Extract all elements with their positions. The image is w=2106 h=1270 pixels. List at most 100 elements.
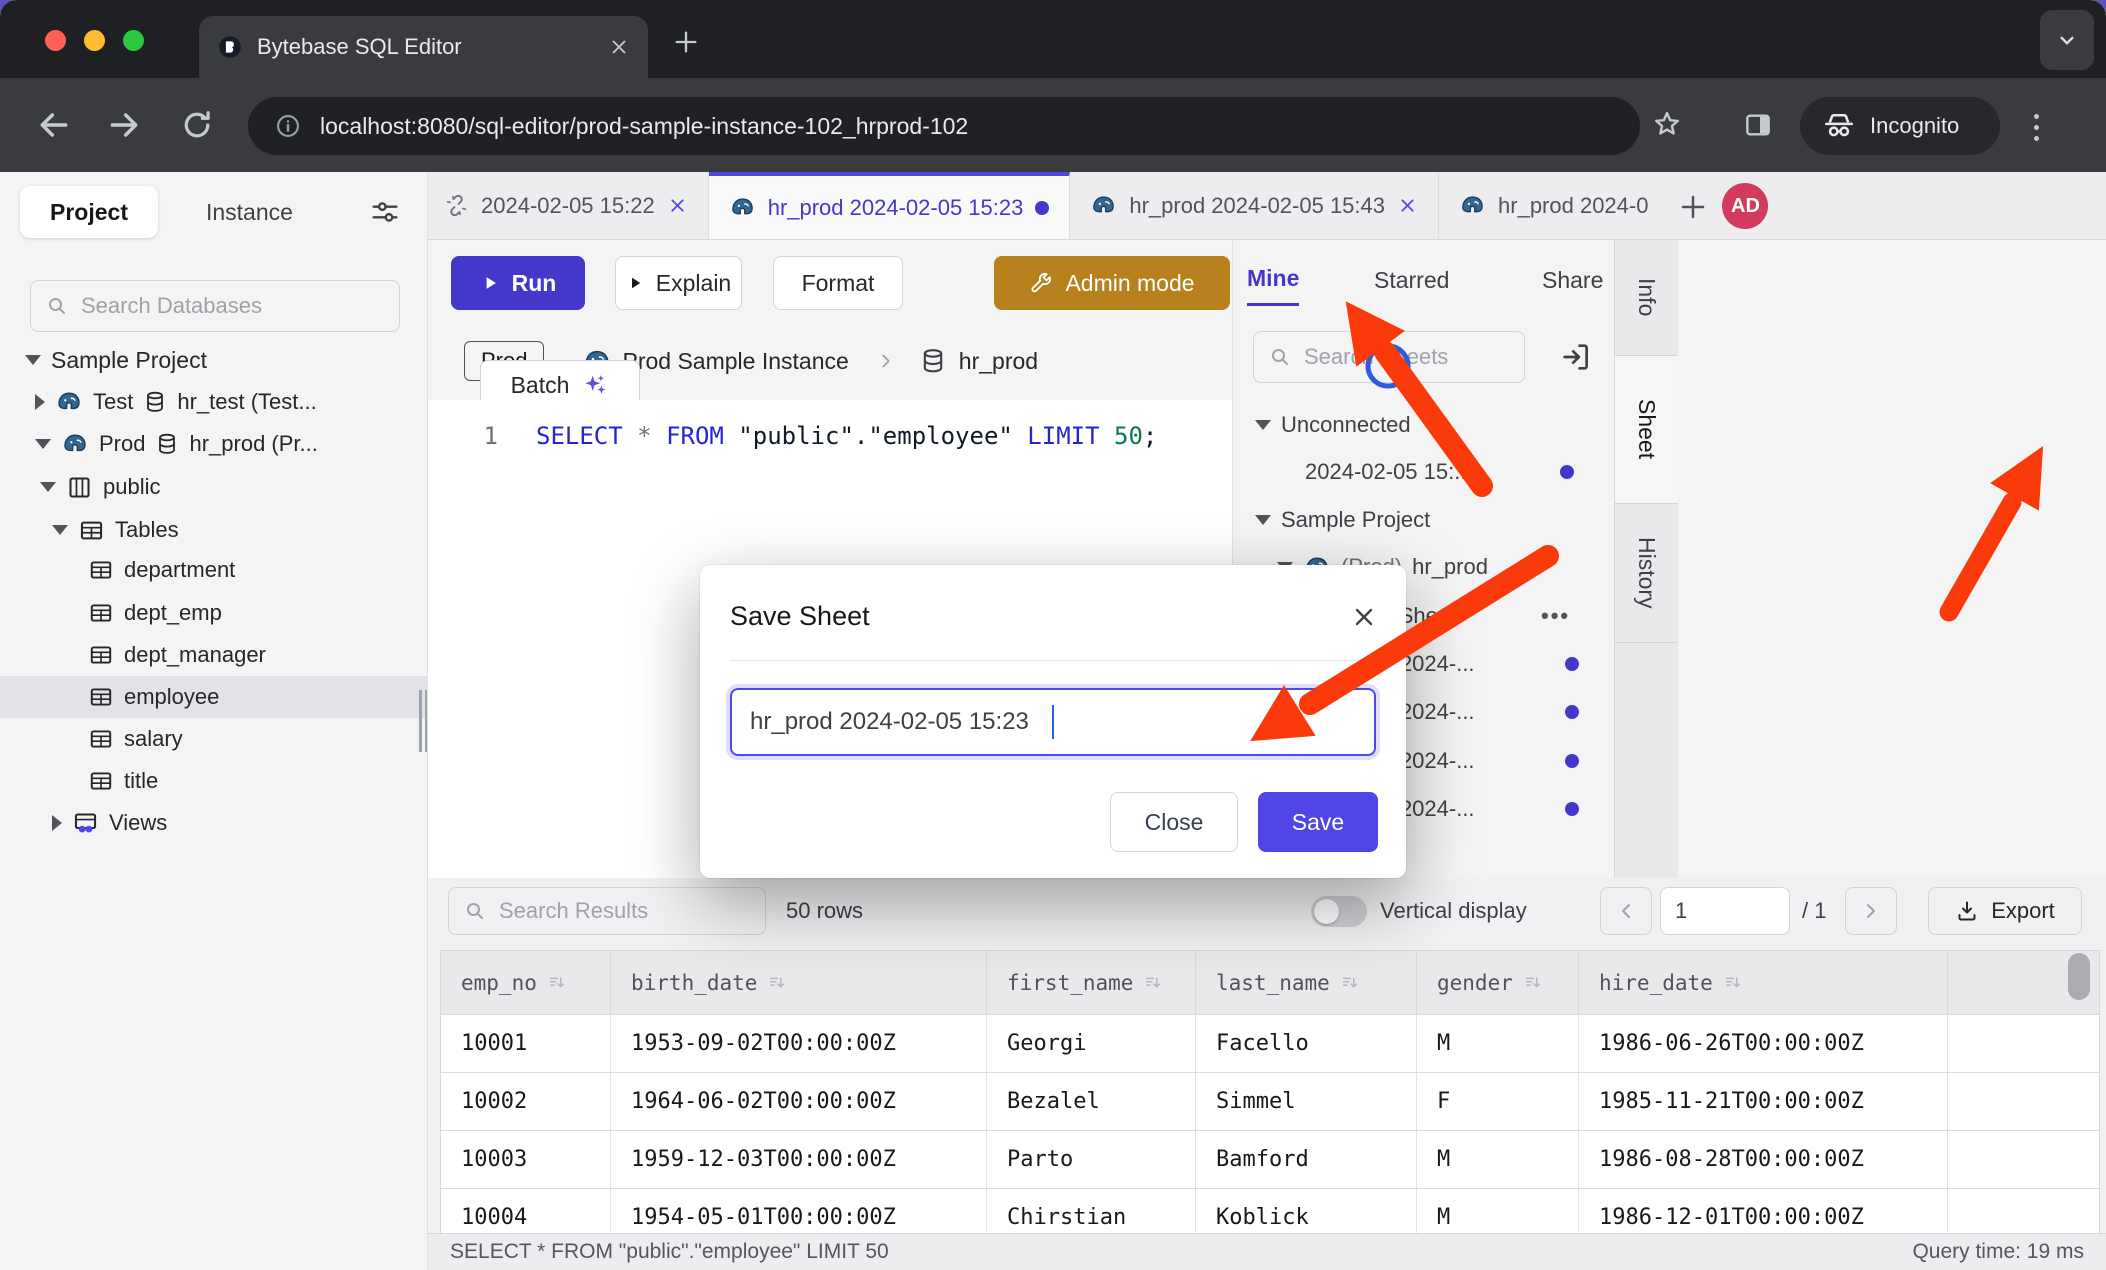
cell: Bezalel	[987, 1073, 1196, 1130]
modal-close-icon[interactable]	[1350, 603, 1378, 631]
sheet-item-unconnected-1[interactable]: 2024-02-05 15:...	[1233, 450, 1614, 494]
tree-item-views-group[interactable]: Views	[0, 802, 427, 844]
export-button[interactable]: Export	[1928, 887, 2082, 935]
run-button[interactable]: Run	[451, 256, 585, 310]
browser-titlebar: Bytebase SQL Editor	[0, 0, 2106, 78]
browser-tab[interactable]: Bytebase SQL Editor	[199, 16, 648, 78]
sort-icon[interactable]	[767, 973, 787, 993]
back-button[interactable]	[34, 105, 74, 145]
tab-list-chevron-button[interactable]	[2040, 10, 2094, 70]
maximize-window-button[interactable]	[123, 30, 144, 51]
column-header[interactable]: birth_date	[611, 951, 987, 1014]
table-scrollbar-thumb[interactable]	[2068, 953, 2090, 1000]
new-browser-tab-button[interactable]	[672, 28, 700, 56]
database-name[interactable]: hr_prod	[959, 348, 1038, 375]
format-button[interactable]: Format	[773, 256, 903, 310]
tab-project[interactable]: Project	[20, 186, 158, 238]
cell: Simmel	[1196, 1073, 1417, 1130]
tab-instance[interactable]: Instance	[176, 186, 323, 238]
column-header[interactable]: hire_date	[1579, 951, 1948, 1014]
new-sheet-tab-button[interactable]	[1678, 192, 1708, 222]
forward-button[interactable]	[104, 105, 144, 145]
tab-sheet-active[interactable]: Sheet	[1615, 356, 1678, 504]
modal-close-button[interactable]: Close	[1110, 792, 1238, 852]
sheet-group-project[interactable]: Sample Project	[1233, 498, 1614, 542]
database-search-input[interactable]	[81, 293, 385, 319]
tree-item-db-hr-test[interactable]: Test hr_test (Test...	[0, 381, 427, 423]
page-number-field[interactable]	[1660, 887, 1790, 935]
sort-icon[interactable]	[1340, 973, 1360, 993]
export-label: Export	[1991, 898, 2055, 924]
cell: Koblick	[1196, 1189, 1417, 1233]
tree-item-schema-public[interactable]: public	[0, 466, 427, 508]
unsaved-dot-icon	[1035, 201, 1049, 215]
sort-icon[interactable]	[547, 973, 567, 993]
table-icon	[88, 726, 114, 752]
sheet-search[interactable]	[1253, 331, 1525, 383]
search-icon	[45, 294, 69, 318]
sort-icon[interactable]	[1143, 973, 1163, 993]
browser-menu-button[interactable]	[2034, 114, 2039, 141]
results-search[interactable]	[448, 887, 766, 935]
sheet-search-input[interactable]	[1304, 344, 1510, 370]
next-page-button[interactable]	[1845, 887, 1897, 935]
prev-page-button[interactable]	[1600, 887, 1652, 935]
close-sheet-tab-icon[interactable]	[1397, 195, 1418, 216]
tab-mine[interactable]: Mine	[1247, 254, 1299, 306]
side-panel-icon[interactable]	[1742, 109, 1774, 141]
address-bar[interactable]: localhost:8080/sql-editor/prod-sample-in…	[248, 97, 1640, 155]
tab-starred[interactable]: Starred	[1374, 254, 1449, 306]
close-sheet-tab-icon[interactable]	[667, 195, 688, 216]
sort-icon[interactable]	[1523, 973, 1543, 993]
vertical-display-toggle[interactable]	[1311, 896, 1367, 927]
close-tab-icon[interactable]	[608, 36, 630, 58]
column-header[interactable]: first_name	[987, 951, 1196, 1014]
tree-item-table-salary[interactable]: salary	[0, 718, 427, 760]
modal-divider	[730, 660, 1376, 661]
tab-history[interactable]: History	[1615, 504, 1678, 643]
tree-item-tables-group[interactable]: Tables	[0, 509, 427, 551]
sheet-tab-4[interactable]: hr_prod 2024-0	[1439, 172, 1668, 239]
tree-item-table-title[interactable]: title	[0, 760, 427, 802]
filter-sliders-icon[interactable]	[369, 196, 401, 228]
tree-item-table-dept-emp[interactable]: dept_emp	[0, 592, 427, 634]
results-toolbar: 50 rows Vertical display / 1 Export	[428, 878, 2106, 945]
cell: M	[1417, 1189, 1579, 1233]
cell: 1964-06-02T00:00:00Z	[611, 1073, 987, 1130]
sort-icon[interactable]	[1723, 973, 1743, 993]
browser-toolbar: localhost:8080/sql-editor/prod-sample-in…	[0, 78, 2106, 172]
tree-item-table-dept-manager[interactable]: dept_manager	[0, 634, 427, 676]
import-sheet-icon[interactable]	[1559, 340, 1593, 374]
toggle-knob	[1314, 899, 1339, 924]
sheet-tab-3[interactable]: hr_prod 2024-02-05 15:43	[1070, 172, 1439, 239]
tab-info[interactable]: Info	[1615, 240, 1678, 356]
column-header[interactable]: emp_no	[441, 951, 611, 1014]
table-icon	[88, 684, 114, 710]
instance-name[interactable]: Prod Sample Instance	[622, 348, 848, 375]
close-window-button[interactable]	[45, 30, 66, 51]
database-search[interactable]	[30, 280, 400, 332]
site-info-icon[interactable]	[274, 112, 302, 140]
sheet-tab-2-active[interactable]: hr_prod 2024-02-05 15:23	[709, 172, 1071, 239]
tree-item-db-hr-prod[interactable]: Prod hr_prod (Pr...	[0, 423, 427, 465]
reload-button[interactable]	[178, 105, 216, 145]
cell-filler	[1948, 1073, 2099, 1130]
column-header[interactable]: gender	[1417, 951, 1579, 1014]
results-search-input[interactable]	[499, 898, 751, 924]
more-options-icon[interactable]: •••	[1541, 603, 1570, 629]
explain-button[interactable]: Explain	[615, 256, 742, 310]
column-header[interactable]: last_name	[1196, 951, 1417, 1014]
page-number-input[interactable]	[1675, 898, 1775, 924]
caret-down-icon	[35, 439, 51, 449]
minimize-window-button[interactable]	[84, 30, 105, 51]
modal-save-button[interactable]: Save	[1258, 792, 1378, 852]
user-avatar[interactable]: AD	[1722, 183, 1768, 229]
tree-item-project[interactable]: Sample Project	[0, 339, 427, 381]
sheet-tab-1[interactable]: 2024-02-05 15:22	[428, 172, 709, 239]
tree-item-table-department[interactable]: department	[0, 549, 427, 591]
sheet-group-unconnected[interactable]: Unconnected	[1233, 403, 1614, 447]
bookmark-star-icon[interactable]	[1650, 108, 1684, 142]
tab-share[interactable]: Share	[1542, 254, 1603, 306]
tree-item-table-employee[interactable]: employee	[0, 676, 427, 718]
admin-mode-button[interactable]: Admin mode	[994, 256, 1230, 310]
